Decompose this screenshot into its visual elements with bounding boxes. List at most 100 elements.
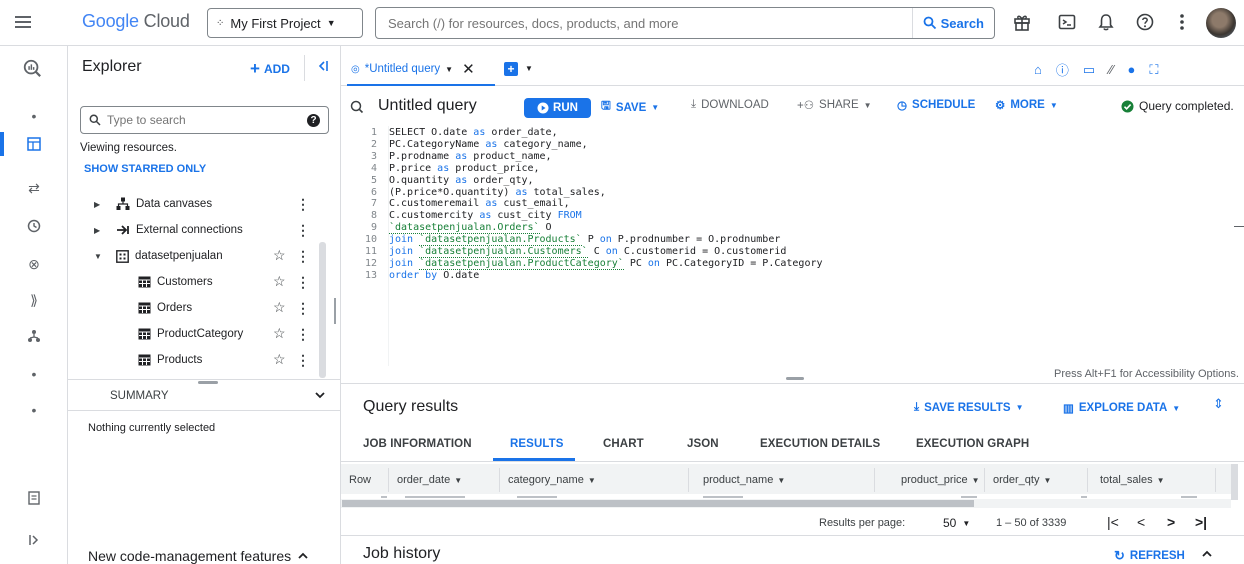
star-icon[interactable]: ☆ — [273, 325, 286, 342]
column-header-order-date[interactable]: order_date ▼ — [389, 468, 500, 492]
lightbulb-icon[interactable]: ● — [1128, 62, 1136, 77]
star-icon[interactable]: ☆ — [273, 299, 286, 316]
column-header-product-name[interactable]: product_name ▼ — [689, 468, 875, 492]
expand-arrow-icon[interactable]: ▶ — [94, 226, 110, 235]
collapse-panel-icon[interactable] — [316, 59, 330, 73]
code-line[interactable]: 3 P.prodname as product_name, — [355, 151, 1225, 163]
explorer-search-box[interactable]: ? — [80, 106, 329, 134]
notifications-bell-icon[interactable] — [1096, 12, 1116, 32]
refresh-button[interactable]: ↻ REFRESH — [1114, 548, 1185, 564]
show-starred-only-button[interactable]: SHOW STARRED ONLY — [84, 163, 206, 175]
tree-item-table-customers[interactable]: Customers — [138, 270, 213, 294]
star-icon[interactable]: ☆ — [273, 351, 286, 368]
search-button[interactable]: Search — [911, 8, 994, 38]
horizontal-scrollbar-thumb[interactable] — [342, 500, 974, 507]
first-page-icon[interactable]: |< — [1107, 514, 1119, 530]
rail-dot-icon[interactable]: • — [24, 106, 44, 126]
tree-item-external-connections[interactable]: ▶ External connections — [94, 218, 243, 242]
code-line[interactable]: 12 join `datasetpenjualan.ProductCategory… — [355, 257, 1225, 270]
project-picker-button[interactable]: ⁘ My First Project ▼ — [207, 8, 363, 38]
code-line[interactable]: 6 (P.price*O.quantity) as total_sales, — [355, 187, 1225, 199]
tab-untitled-query[interactable]: ◎ *Untitled query ▼ ✕ — [347, 54, 495, 86]
new-tab-caret-icon[interactable]: ▼ — [525, 64, 533, 73]
caret-down-icon[interactable]: ▼ — [1043, 476, 1051, 485]
chevron-up-icon[interactable] — [1201, 548, 1213, 560]
google-cloud-logo[interactable]: Google Cloud — [82, 11, 190, 32]
more-button[interactable]: ⚙ MORE ▼ — [995, 98, 1058, 112]
column-header-category-name[interactable]: category_name ▼ — [500, 468, 689, 492]
bigquery-logo-icon[interactable] — [22, 58, 42, 78]
caret-down-icon[interactable]: ▼ — [972, 476, 980, 485]
search-input[interactable] — [376, 15, 912, 31]
caret-down-icon[interactable]: ▼ — [454, 476, 462, 485]
code-line[interactable]: 8 C.customercity as cust_city FROM — [355, 210, 1225, 222]
save-button[interactable]: 🖫 SAVE ▼ — [601, 98, 659, 117]
more-vert-icon[interactable]: ⋮ — [296, 222, 310, 239]
previous-page-icon[interactable]: < — [1137, 514, 1145, 530]
code-line[interactable]: 10 join `datasetpenjualan.Products` P on … — [355, 234, 1225, 247]
save-results-button[interactable]: ⤓ SAVE RESULTS ▼ — [914, 401, 1024, 414]
column-header-total-sales[interactable]: total_sales ▼ — [1088, 468, 1216, 492]
pipeline-icon[interactable]: ⟫ — [24, 290, 44, 310]
more-vert-icon[interactable]: ⋮ — [296, 248, 310, 265]
editor-resize-handle[interactable] — [786, 377, 804, 380]
more-vert-icon[interactable]: ⋮ — [296, 352, 310, 369]
help-filled-icon[interactable]: ? — [307, 113, 320, 127]
tab-results[interactable]: RESULTS — [510, 438, 564, 450]
expand-results-icon[interactable]: ⇕ — [1213, 396, 1224, 412]
tree-item-table-productcategory[interactable]: ProductCategory — [138, 322, 243, 346]
sql-editor[interactable]: 1 SELECT O.date as order_date, 2 PC.Categor… — [355, 127, 1225, 282]
transfers-icon[interactable]: ⇄ — [24, 178, 44, 198]
column-header-product-price[interactable]: product_price ▼ — [875, 468, 985, 492]
rail-dot-icon-2[interactable]: • — [24, 364, 44, 384]
next-page-icon[interactable]: > — [1167, 514, 1175, 530]
column-header-order-qty[interactable]: order_qty ▼ — [985, 468, 1088, 492]
chevron-down-icon[interactable] — [314, 389, 326, 401]
tree-item-table-products[interactable]: Products — [138, 348, 202, 372]
keyboard-icon[interactable]: ▭ — [1083, 62, 1095, 78]
more-vert-icon[interactable] — [1178, 12, 1186, 32]
user-avatar[interactable] — [1206, 8, 1236, 38]
explore-data-button[interactable]: ▥ EXPLORE DATA ▼ — [1063, 401, 1180, 415]
more-vert-icon[interactable]: ⋮ — [296, 326, 310, 343]
caret-down-icon[interactable]: ▼ — [588, 476, 596, 485]
new-tab-plus-icon[interactable]: + — [504, 62, 518, 76]
release-notes-icon[interactable] — [24, 488, 44, 508]
panel-resize-handle[interactable] — [334, 298, 336, 324]
star-icon[interactable]: ☆ — [273, 273, 286, 290]
gift-icon[interactable] — [1012, 12, 1032, 32]
tree-item-dataset[interactable]: ▼ datasetpenjualan — [94, 244, 223, 268]
search-bar[interactable]: Search — [375, 7, 995, 39]
code-line[interactable]: 11 join `datasetpenjualan.Customers` C on… — [355, 246, 1225, 259]
more-vert-icon[interactable]: ⋮ — [296, 300, 310, 317]
last-page-icon[interactable]: >| — [1195, 514, 1207, 530]
code-line[interactable]: 1 SELECT O.date as order_date, — [355, 127, 1225, 139]
fullscreen-icon[interactable]: ⛶ — [1149, 62, 1158, 78]
tab-execution-graph[interactable]: EXECUTION GRAPH — [916, 438, 1029, 450]
rail-dot-icon-3[interactable]: • — [24, 400, 44, 420]
analytics-hub-icon[interactable]: ⊗ — [24, 254, 44, 274]
expand-arrow-icon[interactable]: ▶ — [94, 200, 110, 209]
add-button[interactable]: + ADD — [250, 59, 290, 79]
tab-json[interactable]: JSON — [687, 438, 719, 450]
schedule-button[interactable]: ◷ SCHEDULE — [897, 98, 975, 112]
tab-execution-details[interactable]: EXECUTION DETAILS — [760, 438, 880, 450]
tree-item-table-orders[interactable]: Orders — [138, 296, 192, 320]
cloud-shell-icon[interactable] — [1057, 12, 1077, 32]
explorer-scrollbar[interactable] — [319, 242, 326, 378]
dataform-icon[interactable] — [24, 326, 44, 346]
collapse-arrow-icon[interactable]: ▼ — [94, 252, 110, 261]
more-vert-icon[interactable]: ⋮ — [296, 196, 310, 213]
summary-drag-handle[interactable] — [198, 381, 218, 384]
info-icon[interactable]: ⓘ — [1056, 60, 1069, 79]
vertical-scrollbar-thumb[interactable] — [1231, 464, 1238, 500]
code-line[interactable]: 2 PC.CategoryName as category_name, — [355, 139, 1225, 151]
tree-item-data-canvases[interactable]: ▶ Data canvases — [94, 192, 212, 216]
caret-down-icon[interactable]: ▼ — [1157, 476, 1165, 485]
explorer-table-icon[interactable] — [24, 134, 44, 154]
share-button[interactable]: +⚇ SHARE ▼ — [797, 98, 872, 112]
caret-down-icon[interactable]: ▼ — [445, 65, 453, 74]
expand-rail-icon[interactable] — [24, 530, 44, 550]
explorer-search-input[interactable] — [107, 113, 301, 127]
more-vert-icon[interactable]: ⋮ — [296, 274, 310, 291]
